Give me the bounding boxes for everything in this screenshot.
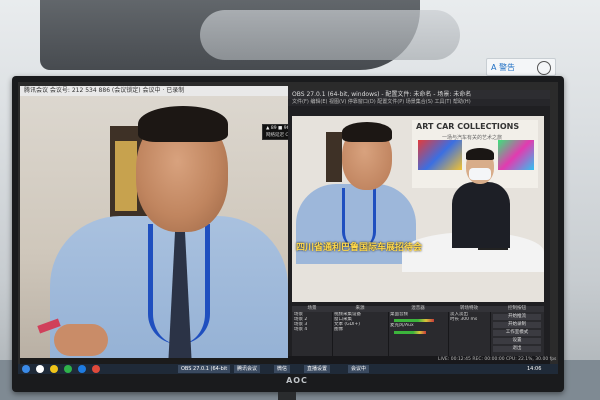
masked-host — [452, 148, 510, 248]
warning-sticker: A 警告 — [486, 58, 556, 76]
studio-mode-button[interactable]: 工作室模式 — [493, 330, 541, 336]
host-hair — [466, 148, 494, 160]
no-sign-icon — [537, 61, 551, 75]
search-icon[interactable] — [36, 365, 44, 373]
monitor-screen: 腾讯会议 会议号: 212 534 886 (会议锁定) 会议中 · 已录制 ▲… — [18, 82, 558, 374]
obs-titlebar[interactable]: OBS 27.0.1 (64-bit, windows) - 配置文件: 未命名… — [288, 90, 550, 99]
host-suit — [452, 182, 510, 248]
obs-preview[interactable]: ART CAR COLLECTIONS 一场与汽车有关的艺术之旅 四川省通利巴鲁… — [292, 116, 544, 302]
exit-button[interactable]: 退出 — [493, 346, 541, 352]
start-recording-button[interactable]: 开始录制 — [493, 322, 541, 328]
controls-header: 控制按钮 — [490, 306, 544, 312]
video-call-titlebar[interactable]: 腾讯会议 会议号: 212 534 886 (会议锁定) 会议中 · 已录制 — [20, 86, 288, 96]
start-streaming-button[interactable]: 开始推流 — [493, 314, 541, 320]
obs-dock-panels: 场景 场景 场景 2 场景 3 场景 4 来源 视频采集设备 窗口采集 文本 (… — [292, 306, 544, 362]
taskbar-item-wechat[interactable]: 微信 — [274, 365, 291, 373]
wechat-icon[interactable] — [64, 365, 72, 373]
controls-panel: 控制按钮 开始推流 开始录制 工作室模式 设置 退出 — [490, 306, 544, 362]
mixer-channel-label: 麦克风/Aux — [390, 323, 414, 328]
taskbar-item-obs[interactable]: OBS 27.0.1 (64-bit — [178, 365, 231, 373]
mic-audio-meter — [394, 331, 426, 334]
transition-duration[interactable]: 时长 300 ms — [448, 317, 490, 322]
taskbar-item-live-settings[interactable]: 直播设置 — [304, 365, 331, 373]
obs-menubar[interactable]: 文件(F) 编辑(E) 视图(V) 停靠窗口(D) 配置文件(P) 场景集合(S… — [288, 99, 550, 106]
scenes-panel: 场景 场景 场景 2 场景 3 场景 4 — [292, 306, 333, 362]
source-item[interactable]: 图像 — [332, 327, 388, 332]
taskbar-clock[interactable]: 14:06 — [524, 365, 544, 373]
monitor-brand-logo: AOC — [286, 376, 308, 385]
monitor-stand — [278, 392, 296, 400]
desktop-audio-meter — [394, 319, 434, 322]
banner-title: ART CAR COLLECTIONS — [416, 122, 520, 131]
preview-text-overlay: 四川省通利巴鲁国际车展招待会 — [296, 243, 423, 253]
obs-statusbar: LIVE: 00:12:45 REC: 00:00:00 CPU: 22.1%,… — [288, 356, 556, 364]
face-mask — [469, 168, 491, 180]
warning-sticker-label: A 警告 — [491, 63, 516, 72]
speaker-hand — [54, 324, 108, 356]
video-call-feed — [20, 96, 288, 358]
settings-button[interactable]: 设置 — [493, 338, 541, 344]
scene-item[interactable]: 场景 4 — [292, 327, 332, 332]
audio-mixer-panel: 混音器 桌面音频 麦克风/Aux — [388, 306, 449, 362]
taskbar-item-meeting[interactable]: 腾讯会议 — [234, 365, 261, 373]
preview-background-wall — [326, 132, 342, 182]
sources-panel: 来源 视频采集设备 窗口采集 文本 (GDI+) 图像 — [332, 306, 389, 362]
start-icon[interactable] — [22, 365, 30, 373]
taskbar-item-in-meeting[interactable]: 会议中 — [348, 365, 370, 373]
mixer-channel-label: 桌面音频 — [390, 312, 408, 317]
background-gold-panel — [115, 141, 137, 211]
app-icon[interactable] — [92, 365, 100, 373]
background-car-roof — [200, 10, 460, 60]
windows-taskbar: OBS 27.0.1 (64-bit 腾讯会议 微信 直播设置 会议中 14:0… — [18, 364, 558, 374]
speaker-hair — [138, 106, 228, 142]
preview-speaker-lanyard — [342, 188, 376, 248]
folder-icon[interactable] — [50, 365, 58, 373]
browser-icon[interactable] — [78, 365, 86, 373]
transitions-panel: 转场特效 淡入淡出 时长 300 ms — [448, 306, 491, 362]
monitor: 腾讯会议 会议号: 212 534 886 (会议锁定) 会议中 · 已录制 ▲… — [12, 76, 564, 392]
video-call-window: 腾讯会议 会议号: 212 534 886 (会议锁定) 会议中 · 已录制 — [20, 86, 288, 368]
obs-window: OBS 27.0.1 (64-bit, windows) - 配置文件: 未命名… — [288, 90, 556, 364]
preview-speaker-hair — [342, 122, 392, 142]
